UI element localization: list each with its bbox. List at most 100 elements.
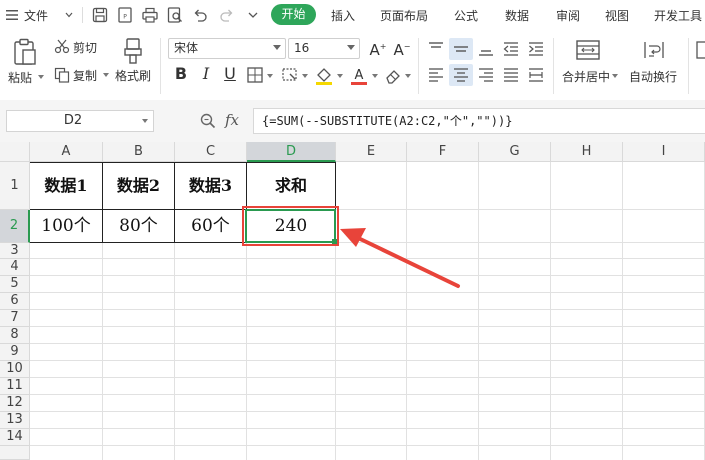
cell-b2[interactable]: 80个 <box>103 210 174 242</box>
paste-label[interactable]: 粘贴 <box>8 69 32 86</box>
decrease-font-icon[interactable]: A− <box>392 37 412 59</box>
column-header-h[interactable]: H <box>551 142 623 162</box>
bold-icon[interactable]: B <box>171 64 191 84</box>
zoom-magnifier-icon[interactable] <box>199 112 217 130</box>
export-pdf-icon[interactable]: P <box>116 6 134 24</box>
chevron-down-icon[interactable] <box>142 119 148 123</box>
redo-icon[interactable] <box>218 6 236 24</box>
print-icon[interactable] <box>141 6 159 24</box>
tab-insert[interactable]: 插入 <box>331 7 355 24</box>
row-header-2[interactable]: 2 <box>0 210 30 243</box>
column-header-g[interactable]: G <box>479 142 551 162</box>
cell-a1[interactable]: 数据1 <box>30 163 102 209</box>
row-header-11[interactable]: 11 <box>0 378 30 395</box>
copy-icon[interactable] <box>54 67 70 83</box>
merge-center-icon[interactable] <box>575 39 601 61</box>
align-left-icon[interactable] <box>427 66 445 84</box>
justify-icon[interactable] <box>502 66 520 84</box>
decrease-indent-icon[interactable] <box>502 40 520 58</box>
chevron-down-icon[interactable] <box>273 45 281 50</box>
format-painter-icon[interactable] <box>121 37 145 65</box>
row-header-14[interactable]: 14 <box>0 429 30 446</box>
clear-eraser-icon[interactable] <box>384 67 402 85</box>
cell-a2[interactable]: 100个 <box>30 210 102 242</box>
column-header-b[interactable]: B <box>103 142 175 162</box>
font-name-combo[interactable]: 宋体 <box>168 38 286 59</box>
cell-c1[interactable]: 数据3 <box>175 163 246 209</box>
borders-icon[interactable] <box>246 66 264 84</box>
row-header-13[interactable]: 13 <box>0 412 30 429</box>
column-header-f[interactable]: F <box>407 142 479 162</box>
cell-b1[interactable]: 数据2 <box>103 163 174 209</box>
chevron-down-icon[interactable] <box>347 45 355 50</box>
italic-icon[interactable]: I <box>196 64 216 84</box>
column-header-i[interactable]: I <box>623 142 705 162</box>
distributed-align-icon[interactable] <box>527 66 545 84</box>
tab-data[interactable]: 数据 <box>505 7 529 24</box>
undo-icon[interactable] <box>191 6 209 24</box>
format-painter-label[interactable]: 格式刷 <box>115 67 151 84</box>
wrap-text-label[interactable]: 自动换行 <box>629 68 677 85</box>
underline-icon[interactable]: U <box>220 64 240 84</box>
merge-center-caret[interactable] <box>612 74 618 78</box>
copy-label[interactable]: 复制 <box>73 67 97 84</box>
row-header-12[interactable]: 12 <box>0 395 30 412</box>
tab-review[interactable]: 审阅 <box>556 7 580 24</box>
increase-indent-icon[interactable] <box>527 40 545 58</box>
font-size-combo[interactable]: 16 <box>288 38 360 59</box>
formula-input[interactable]: {=SUM(--SUBSTITUTE(A2:C2,"个",""))} <box>253 108 705 134</box>
paste-icon[interactable] <box>12 38 38 66</box>
row-header-6[interactable]: 6 <box>0 293 30 310</box>
more-chevron-icon[interactable] <box>246 8 260 22</box>
row-header-1[interactable]: 1 <box>0 162 30 210</box>
cell-d1[interactable]: 求和 <box>247 163 335 209</box>
align-bottom-icon[interactable] <box>477 40 495 58</box>
column-header-c[interactable]: C <box>175 142 247 162</box>
clear-caret[interactable] <box>405 74 411 78</box>
tab-view[interactable]: 视图 <box>605 7 629 24</box>
increase-font-icon[interactable]: A+ <box>368 37 388 59</box>
row-header-8[interactable]: 8 <box>0 327 30 344</box>
align-right-icon[interactable] <box>477 66 495 84</box>
column-header-d[interactable]: D <box>247 142 336 162</box>
align-top-icon[interactable] <box>427 40 445 58</box>
row-header-5[interactable]: 5 <box>0 276 30 293</box>
save-icon[interactable] <box>91 6 109 24</box>
cell-c2[interactable]: 60个 <box>175 210 246 242</box>
align-middle-icon[interactable] <box>452 40 470 58</box>
font-color-icon[interactable]: A <box>349 66 369 86</box>
fill-color-caret[interactable] <box>337 74 343 78</box>
select-all-corner[interactable] <box>0 142 30 162</box>
merge-center-label[interactable]: 合并居中 <box>562 68 610 85</box>
cell-style-caret[interactable] <box>302 74 308 78</box>
tab-formulas[interactable]: 公式 <box>454 7 478 24</box>
name-box[interactable]: D2 <box>6 110 154 132</box>
wrap-text-icon[interactable] <box>642 39 666 61</box>
fx-icon[interactable]: fx <box>225 111 239 129</box>
column-header-e[interactable]: E <box>336 142 407 162</box>
menu-file[interactable]: 文件 <box>24 7 48 24</box>
align-center-icon[interactable] <box>452 66 470 84</box>
tab-start[interactable]: 开始 <box>271 4 316 25</box>
font-color-caret[interactable] <box>372 74 378 78</box>
print-preview-icon[interactable] <box>166 6 184 24</box>
paste-caret[interactable] <box>38 75 44 79</box>
column-header-a[interactable]: A <box>30 142 103 162</box>
row-header-9[interactable]: 9 <box>0 344 30 361</box>
borders-caret[interactable] <box>267 74 273 78</box>
row-header-3[interactable]: 3 <box>0 243 30 259</box>
row-header-4[interactable]: 4 <box>0 259 30 276</box>
tab-page-layout[interactable]: 页面布局 <box>380 7 428 24</box>
copy-caret[interactable] <box>103 73 109 77</box>
cell-style-icon[interactable] <box>281 66 299 84</box>
hamburger-menu-icon[interactable] <box>4 7 20 23</box>
scissors-icon[interactable] <box>54 38 70 54</box>
row-header-15-partial[interactable] <box>0 446 30 460</box>
row-header-10[interactable]: 10 <box>0 361 30 378</box>
clipped-ribbon-icon[interactable] <box>696 40 705 60</box>
tab-developer[interactable]: 开发工具 <box>654 7 702 24</box>
row-header-7[interactable]: 7 <box>0 310 30 327</box>
chevron-down-icon[interactable] <box>64 10 74 20</box>
cut-label[interactable]: 剪切 <box>73 39 97 56</box>
fill-color-icon[interactable] <box>314 66 334 86</box>
